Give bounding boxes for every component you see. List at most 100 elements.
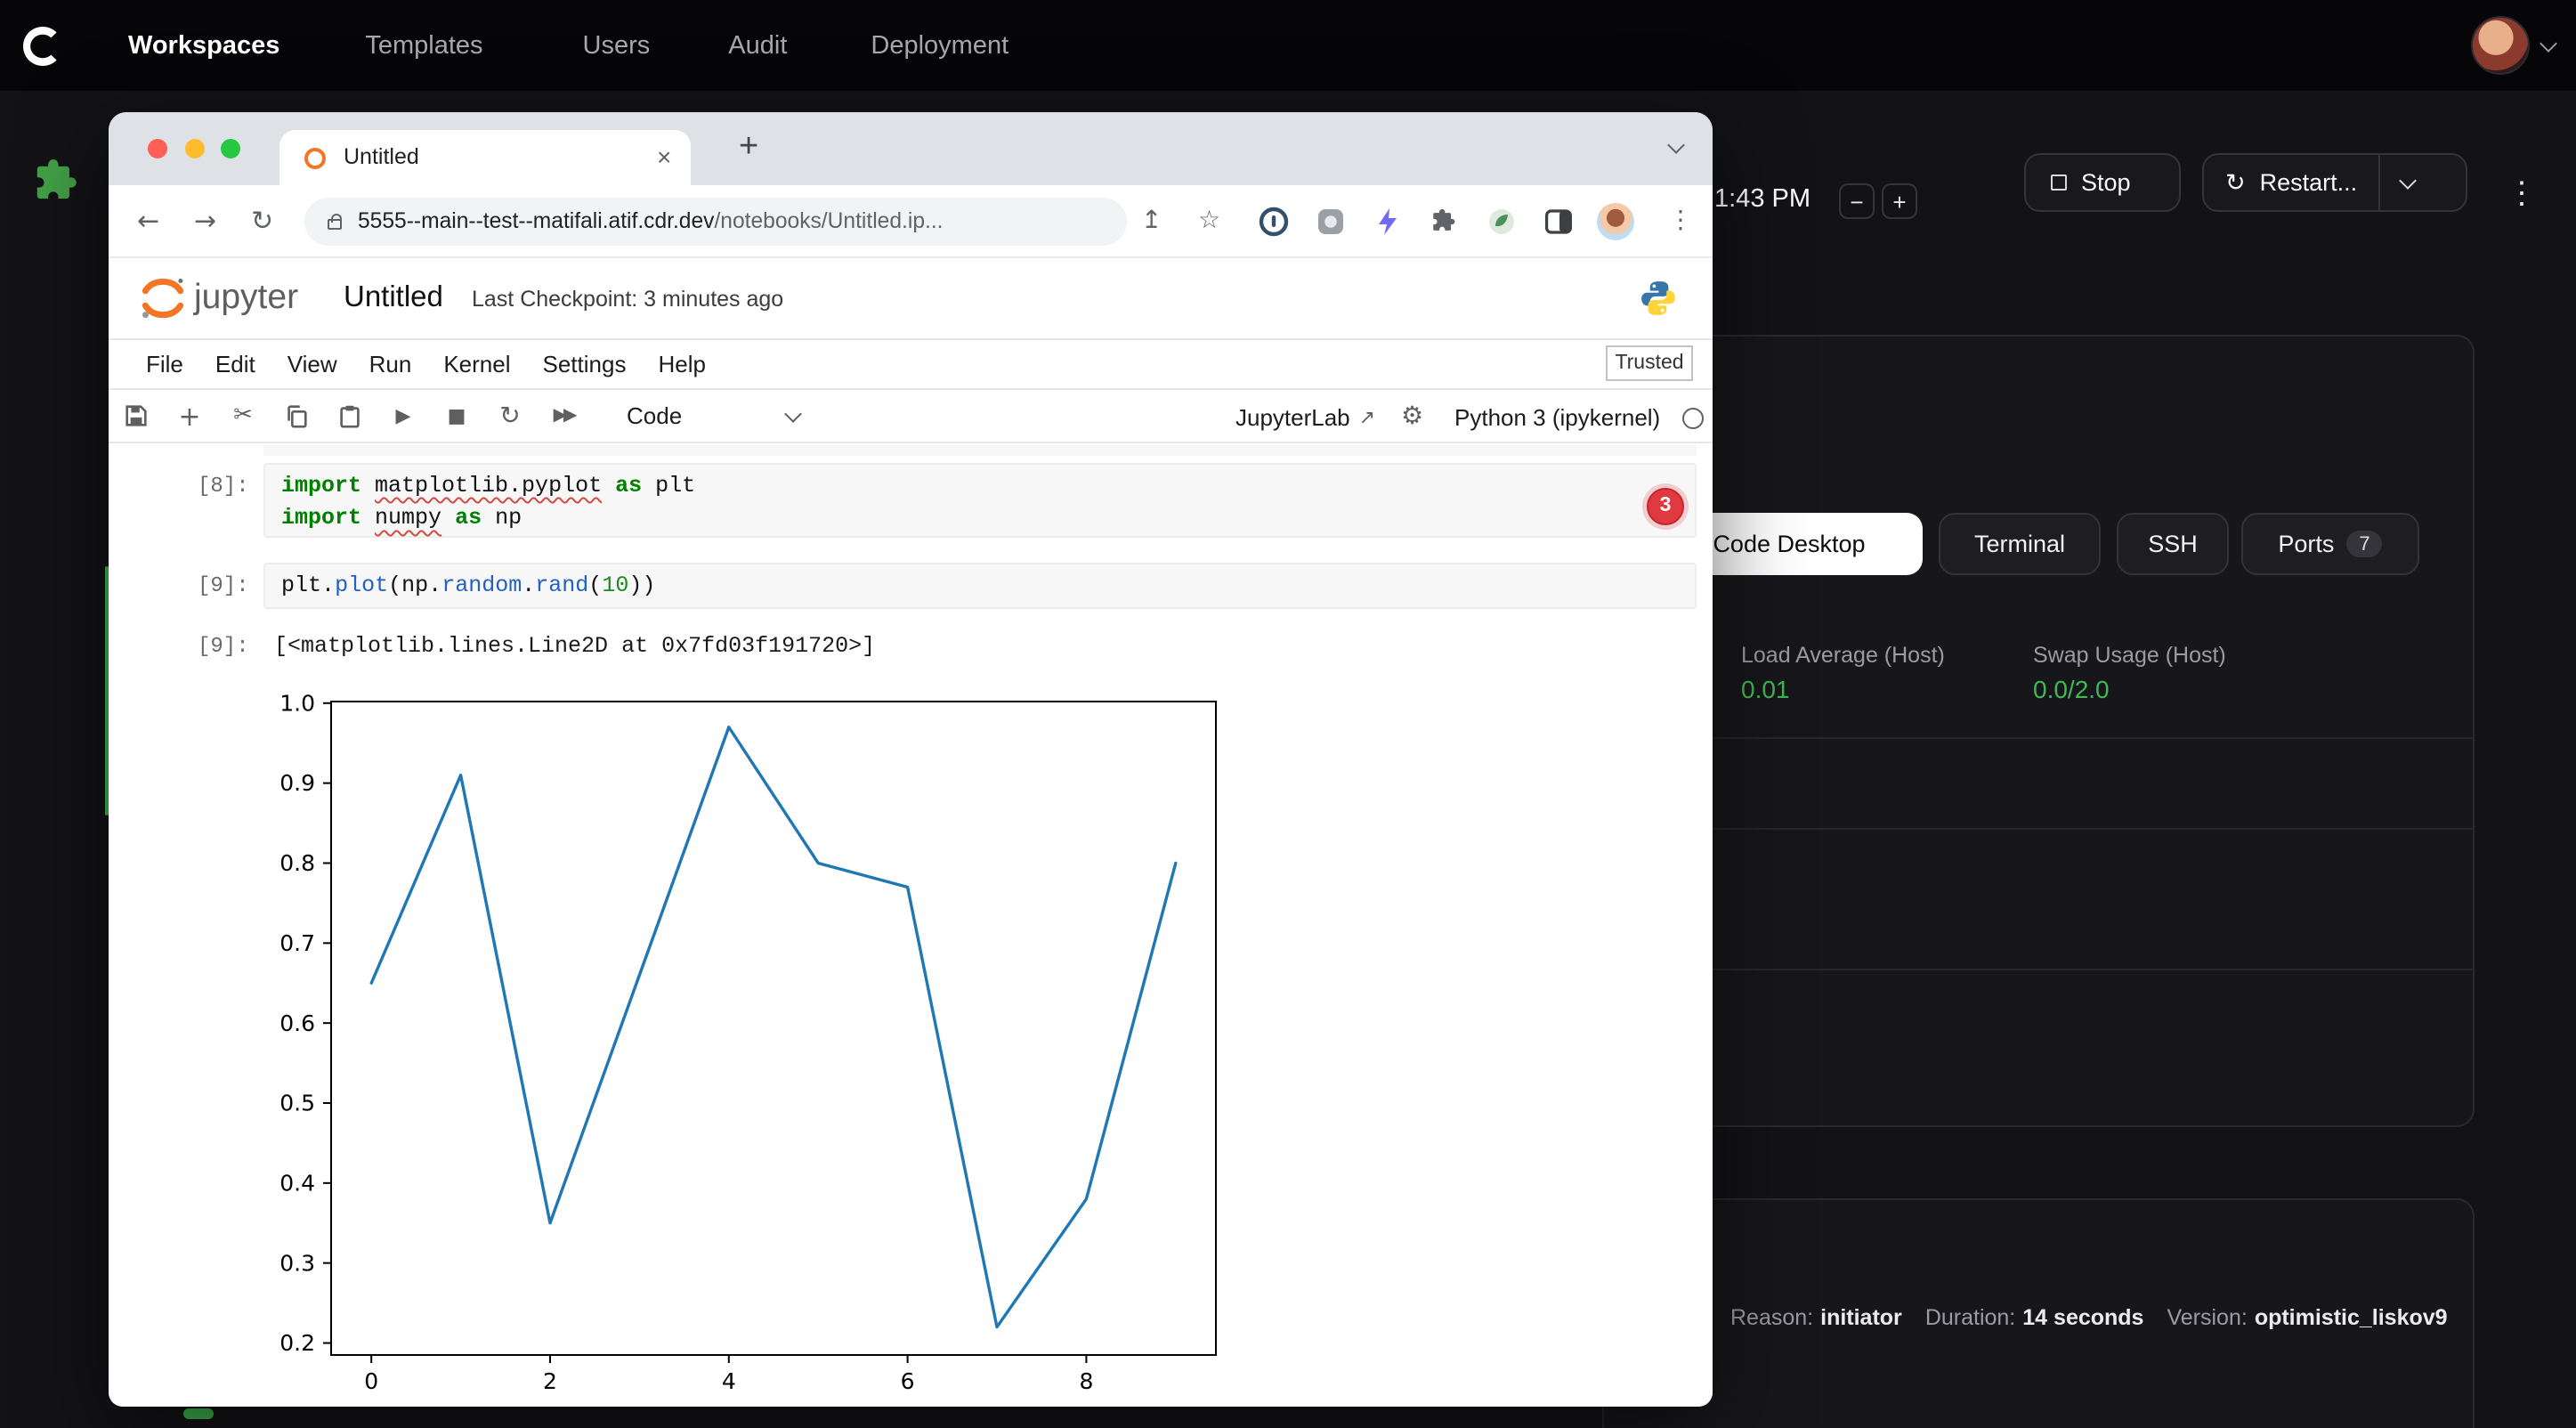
cell8-prompt: [8]: (198, 474, 249, 499)
reload-icon[interactable]: ↻ (251, 185, 273, 258)
bookmark-star-icon[interactable]: ☆ (1198, 185, 1220, 258)
reason-label: Reason: (1730, 1305, 1813, 1330)
cell-type-value: Code (627, 402, 682, 429)
load-average-label: Load Average (Host) (1741, 643, 1945, 668)
onepassword-icon[interactable] (1259, 207, 1289, 237)
zoom-in-button[interactable]: + (1882, 183, 1917, 219)
screen: Workspaces Templates Users Audit Deploym… (0, 0, 2576, 1428)
extension-icon[interactable] (1316, 207, 1346, 237)
browser-window: Untitled × + ← → ↻ 5555--main--test--mat… (109, 112, 1713, 1407)
build-info-row: Reason:initiator Duration:14 seconds Ver… (1730, 1305, 2448, 1330)
code-desktop-label: Code Desktop (1713, 531, 1865, 557)
kw-as: as (441, 506, 495, 531)
nav-item-templates[interactable]: Templates (365, 31, 482, 60)
new-tab-button[interactable]: + (739, 119, 758, 174)
window-zoom-button[interactable] (221, 139, 240, 158)
share-icon[interactable]: ↥ (1141, 185, 1162, 258)
restart-run-all-icon[interactable]: ▶▶ (548, 406, 579, 426)
cell8-editor[interactable]: import matplotlib.pyplot as plt import n… (263, 462, 1697, 538)
load-average-value: 0.01 (1741, 675, 1790, 703)
kernel-name[interactable]: Python 3 (ipykernel) (1454, 390, 1660, 445)
cut-cells-icon[interactable]: ✂ (228, 402, 258, 429)
swap-usage-label: Swap Usage (Host) (2033, 643, 2226, 668)
tab-close-icon[interactable]: × (657, 130, 671, 185)
workspace-menu-kebab[interactable]: ⋮ (2507, 176, 2537, 212)
ssh-button[interactable]: SSH (2117, 513, 2229, 575)
menu-help[interactable]: Help (642, 351, 722, 377)
copy-cells-icon[interactable] (281, 402, 312, 429)
leaf-icon[interactable] (1486, 207, 1517, 237)
save-icon[interactable] (121, 402, 151, 429)
jupyter-menubar: File Edit View Run Kernel Settings Help (109, 338, 1713, 388)
svg-text:0.7: 0.7 (279, 930, 315, 956)
terminal-button[interactable]: Terminal (1939, 513, 2101, 575)
clock: 1:43 PM (1714, 185, 1810, 214)
duration-value: 14 seconds (2022, 1305, 2143, 1330)
restart-workspace-split-button[interactable]: ↻ Restart... (2202, 153, 2467, 212)
trusted-button[interactable]: Trusted (1606, 345, 1693, 381)
cell9-prompt: [9]: (198, 573, 249, 598)
dot: . (428, 572, 441, 597)
tab-search-chevron-icon[interactable] (1667, 136, 1685, 154)
panel-divider (1604, 827, 2473, 829)
menu-edit[interactable]: Edit (199, 351, 271, 377)
notebook-title[interactable]: Untitled (344, 258, 443, 338)
open-jupyterlab-link[interactable]: JupyterLab ↗ (1235, 390, 1375, 445)
lock-icon (328, 219, 342, 230)
menu-file[interactable]: File (130, 351, 199, 377)
interrupt-kernel-icon[interactable]: ■ (441, 404, 472, 427)
version-value: optimistic_liskov9 (2255, 1305, 2448, 1330)
coder-logo[interactable] (20, 22, 66, 69)
menu-kernel[interactable]: Kernel (427, 351, 526, 377)
window-minimize-button[interactable] (184, 139, 204, 158)
output9-prompt: [9]: (198, 634, 249, 659)
restart-main-segment[interactable]: ↻ Restart... (2204, 168, 2378, 197)
stop-label: Stop (2081, 169, 2131, 196)
chrome-profile-avatar[interactable] (1597, 203, 1634, 240)
var: plt (281, 572, 321, 597)
paste-cells-icon[interactable] (335, 402, 365, 429)
menu-view[interactable]: View (271, 351, 353, 377)
chevron-down-icon (2398, 171, 2416, 189)
restart-dropdown-segment[interactable] (2378, 155, 2434, 210)
restart-kernel-icon[interactable]: ↻ (495, 402, 525, 430)
settings-gear-icon[interactable]: ⚙ (1401, 390, 1423, 445)
browser-toolbar: ← → ↻ 5555--main--test--matifali.atif.cd… (109, 185, 1713, 258)
stop-workspace-button[interactable]: Stop (2024, 153, 2181, 212)
build-duration: Duration:14 seconds (1925, 1305, 2144, 1330)
user-avatar[interactable] (2471, 16, 2530, 75)
python-logo (1640, 280, 1677, 317)
jupyter-wordmark: jupyter (194, 258, 298, 338)
nav-item-deployment[interactable]: Deployment (871, 31, 1009, 60)
nav-item-users[interactable]: Users (583, 31, 651, 60)
avatar-chevron-down-icon[interactable] (2540, 35, 2557, 53)
ports-button[interactable]: Ports 7 (2241, 513, 2419, 575)
notification-badge: 3 (1647, 487, 1684, 524)
run-cell-icon[interactable]: ▶ (388, 404, 418, 427)
browser-menu-kebab[interactable]: ⋮ (1668, 185, 1693, 258)
svg-text:0.3: 0.3 (279, 1250, 315, 1276)
split-tab-icon[interactable] (1543, 207, 1574, 237)
module-name: numpy (375, 506, 441, 531)
menu-run[interactable]: Run (353, 351, 428, 377)
number-literal: 10 (602, 572, 628, 597)
cell9-editor[interactable]: plt.plot(np.random.rand(10)) (263, 562, 1697, 608)
add-cell-icon[interactable]: + (174, 400, 205, 432)
cell-type-dropdown[interactable]: Code (627, 402, 814, 429)
back-icon[interactable]: ← (137, 185, 159, 258)
browser-tab[interactable]: Untitled × (279, 130, 691, 185)
forward-icon[interactable]: → (194, 185, 216, 258)
tab-title: Untitled (344, 130, 419, 185)
nav-item-workspaces[interactable]: Workspaces (128, 31, 279, 60)
chevron-down-icon (784, 404, 802, 422)
address-bar[interactable]: 5555--main--test--matifali.atif.cdr.dev/… (304, 198, 1127, 246)
dot: . (522, 572, 535, 597)
window-close-button[interactable] (148, 139, 167, 158)
menu-settings[interactable]: Settings (527, 351, 643, 377)
clipped-cell-remnant (263, 445, 1697, 455)
code-line: import numpy as np (281, 502, 1679, 535)
nav-item-audit[interactable]: Audit (728, 31, 787, 60)
zoom-out-button[interactable]: − (1839, 183, 1875, 219)
bolt-icon[interactable] (1373, 207, 1403, 237)
extensions-puzzle-icon[interactable] (1430, 207, 1460, 237)
